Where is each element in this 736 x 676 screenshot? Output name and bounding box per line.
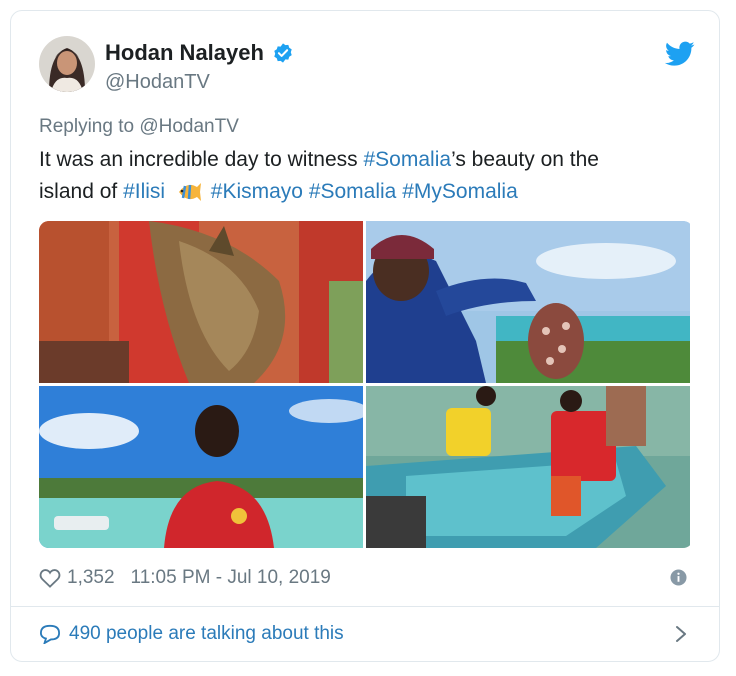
fish-photo[interactable]: [39, 221, 363, 383]
info-icon[interactable]: [670, 569, 687, 586]
tropical-fish-emoji-icon: [178, 183, 201, 202]
hashtag-kismayo-link[interactable]: #Kismayo: [211, 180, 303, 203]
twitter-bird-icon[interactable]: [665, 41, 695, 67]
heart-icon[interactable]: [39, 568, 61, 588]
tweet-timestamp[interactable]: 11:05 PM - Jul 10, 2019: [131, 567, 331, 589]
hashtag-mysomalia-link[interactable]: #MySomalia: [402, 180, 518, 203]
beach-portrait-photo[interactable]: [39, 386, 363, 548]
tweet-text-part: island of: [39, 180, 124, 203]
octopus-photo[interactable]: [366, 221, 690, 383]
tweet-card: Hodan Nalayeh @HodanTV Replying to @Hoda…: [10, 10, 720, 662]
tweet-text: It was an incredible day to witness #Som…: [39, 144, 689, 208]
hashtag-ilisi-link[interactable]: #Ilisi: [123, 180, 165, 203]
conversation-text[interactable]: 490 people are talking about this: [69, 623, 344, 645]
tweet-text-part: ’s beauty on the: [451, 148, 599, 171]
conversation-link[interactable]: 490 people are talking about this: [39, 621, 691, 647]
author-handle[interactable]: @HodanTV: [105, 71, 210, 94]
author-name-text[interactable]: Hodan Nalayeh: [105, 40, 264, 66]
replying-to: Replying to @HodanTV: [39, 116, 239, 138]
reply-mention-link[interactable]: @HodanTV: [139, 116, 239, 137]
speech-bubble-icon: [39, 624, 61, 644]
author-name[interactable]: Hodan Nalayeh: [105, 40, 294, 66]
boat-photo[interactable]: [366, 386, 690, 548]
avatar[interactable]: [39, 36, 95, 92]
avatar-image: [39, 36, 95, 92]
like-count[interactable]: 1,352: [67, 567, 115, 589]
tweet-meta: 1,352 11:05 PM - Jul 10, 2019: [39, 565, 691, 591]
divider: [11, 606, 719, 607]
verified-badge-icon: [274, 43, 292, 63]
hashtag-somalia-link-2[interactable]: #Somalia: [309, 180, 397, 203]
chevron-right-icon[interactable]: [675, 625, 687, 643]
replying-to-prefix: Replying to: [39, 116, 135, 137]
hashtag-somalia-link[interactable]: #Somalia: [364, 148, 452, 171]
media-grid: [39, 221, 693, 548]
tweet-text-part: It was an incredible day to witness: [39, 148, 364, 171]
